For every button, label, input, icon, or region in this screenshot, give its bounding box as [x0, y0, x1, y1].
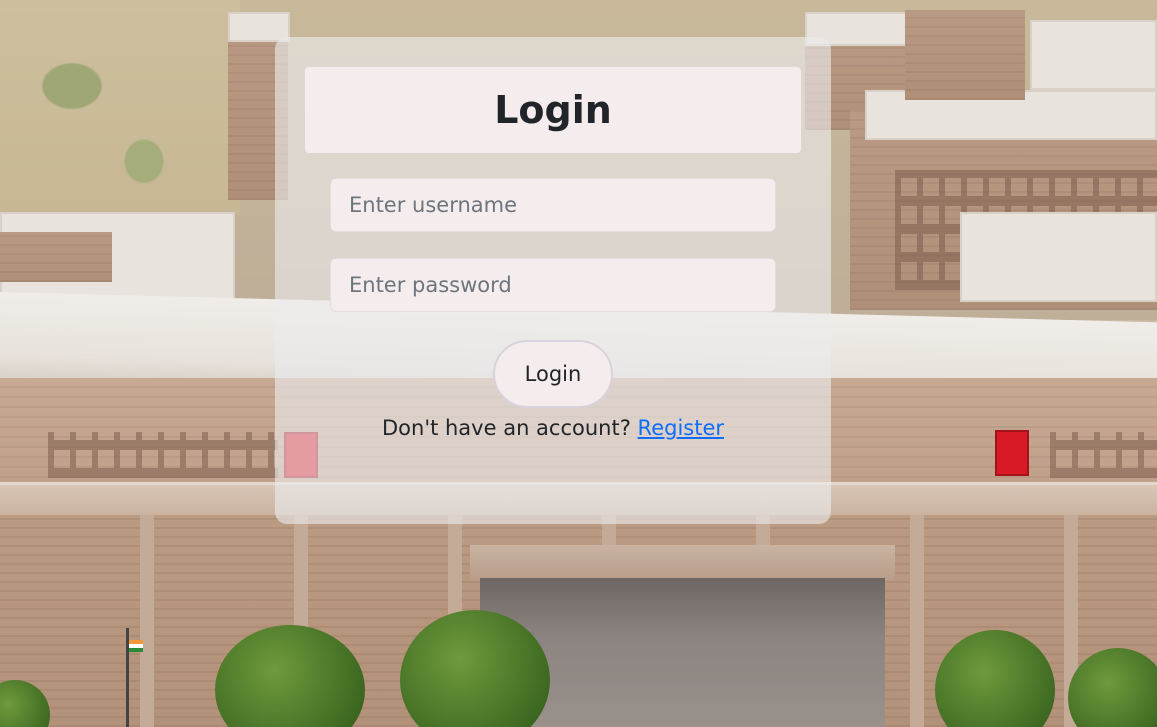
facade-windows-left — [48, 432, 278, 478]
username-input[interactable] — [330, 178, 776, 232]
login-card: Login Login Don't have an account? Regis… — [275, 37, 831, 524]
login-button[interactable]: Login — [493, 340, 613, 408]
facade-windows-right — [1050, 432, 1157, 478]
login-title: Login — [494, 88, 612, 132]
building-right-c — [905, 10, 1025, 100]
login-title-box: Login — [305, 67, 801, 153]
flag-icon — [129, 640, 143, 652]
roof-right-d — [960, 212, 1157, 302]
register-prompt-text: Don't have an account? — [381, 416, 631, 440]
building-left-low — [0, 232, 112, 282]
gate-beam — [470, 545, 895, 581]
green-field — [0, 0, 240, 215]
register-link[interactable]: Register — [638, 416, 724, 440]
password-input[interactable] — [330, 258, 776, 312]
roof-right-c — [1030, 20, 1157, 90]
red-door-right — [995, 430, 1029, 476]
register-prompt: Don't have an account? Register — [275, 416, 831, 440]
